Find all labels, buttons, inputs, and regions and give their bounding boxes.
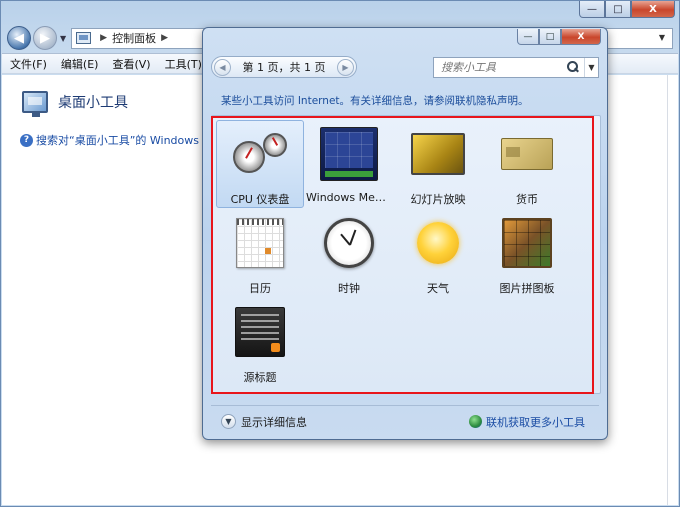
menu-edit[interactable]: 编辑(E) xyxy=(61,56,99,72)
menu-file[interactable]: 文件(F) xyxy=(10,56,47,72)
page-header: 桌面小工具 xyxy=(22,91,128,117)
help-link[interactable]: ? 搜索对“桌面小工具”的 Windows 帮 xyxy=(20,132,214,148)
breadcrumb-separator-icon[interactable]: ▶ xyxy=(100,33,107,43)
next-page-button[interactable]: ▶ xyxy=(337,58,354,76)
scrollbar-track[interactable] xyxy=(667,75,668,505)
gadget-label: 图片拼图板 xyxy=(499,282,555,295)
gadget-tile-currency[interactable]: 货币 xyxy=(483,120,571,208)
history-dropdown-icon[interactable]: ▼ xyxy=(60,34,66,43)
puzzle-icon xyxy=(498,216,556,270)
close-button[interactable]: X xyxy=(631,1,675,18)
gadget-label: 天气 xyxy=(427,282,449,295)
globe-icon xyxy=(469,415,482,428)
gallery-toolbar: ◀ 第 1 页，共 1 页 ▶ ▼ xyxy=(211,54,599,80)
gallery-footer: ▼ 显示详细信息 联机获取更多小工具 xyxy=(211,405,599,431)
show-details-label: 显示详细信息 xyxy=(241,415,307,429)
gadget-label: 源标题 xyxy=(243,371,277,384)
gadget-tile-clock[interactable]: 时钟 xyxy=(305,209,393,297)
address-dropdown-icon[interactable]: ▼ xyxy=(659,33,665,42)
menu-view[interactable]: 查看(V) xyxy=(112,56,150,72)
title-bar: — □ X xyxy=(1,1,679,23)
page-title: 桌面小工具 xyxy=(58,95,128,111)
maximize-button[interactable]: □ xyxy=(605,1,631,18)
gadget-label: 日历 xyxy=(249,282,271,295)
gadget-tile-weather[interactable]: 天气 xyxy=(394,209,482,297)
search-icon[interactable] xyxy=(566,60,580,74)
weather-icon xyxy=(409,216,467,270)
gadget-tile-media-center[interactable]: Windows Media Center xyxy=(305,120,393,208)
gallery-minimize-button[interactable]: — xyxy=(517,29,539,45)
gallery-close-button[interactable]: X xyxy=(561,29,601,45)
gadget-gallery-window: — □ X ◀ 第 1 页，共 1 页 ▶ ▼ 某些小工具访问 Internet… xyxy=(202,27,608,440)
breadcrumb-separator-icon[interactable]: ▶ xyxy=(161,33,168,43)
search-options-dropdown-icon[interactable]: ▼ xyxy=(584,57,598,77)
slideshow-icon xyxy=(409,127,467,181)
arrow-right-icon: ▶ xyxy=(40,30,50,46)
back-button[interactable]: ◀ xyxy=(7,26,31,50)
gadget-label: CPU 仪表盘 xyxy=(230,193,290,206)
gadget-tile-picture-puzzle[interactable]: 图片拼图板 xyxy=(483,209,571,297)
breadcrumb-control-panel[interactable]: 控制面板 xyxy=(112,30,156,46)
forward-button[interactable]: ▶ xyxy=(33,26,57,50)
gadget-label: 幻灯片放映 xyxy=(410,193,466,206)
gadget-label: 时钟 xyxy=(338,282,360,295)
gadget-grid: CPU 仪表盘 Windows Media Center 幻灯片放映 货币 xyxy=(216,120,596,389)
gadget-grid-area: CPU 仪表盘 Windows Media Center 幻灯片放映 货币 xyxy=(211,115,601,394)
gadget-tile-cpu-meter[interactable]: CPU 仪表盘 xyxy=(216,120,304,208)
page-navigator: ◀ 第 1 页，共 1 页 ▶ xyxy=(211,56,357,78)
privacy-notice-link[interactable]: 某些小工具访问 Internet。有关详细信息，请参阅联机隐私声明。 xyxy=(221,93,529,108)
clock-icon xyxy=(320,216,378,270)
menu-tools[interactable]: 工具(T) xyxy=(165,56,202,72)
control-panel-icon xyxy=(76,32,92,44)
gallery-maximize-button[interactable]: □ xyxy=(539,29,561,45)
chevron-down-icon: ▼ xyxy=(221,414,236,429)
gallery-window-controls: — □ X xyxy=(517,29,601,45)
window-controls: — □ X xyxy=(579,1,675,18)
show-details-button[interactable]: ▼ 显示详细信息 xyxy=(221,414,307,430)
media-center-icon xyxy=(320,127,378,181)
arrow-left-icon: ◀ xyxy=(14,30,24,46)
gadget-label: 货币 xyxy=(516,193,538,206)
gadget-tile-slideshow[interactable]: 幻灯片放映 xyxy=(394,120,482,208)
currency-icon xyxy=(498,127,556,181)
page-indicator: 第 1 页，共 1 页 xyxy=(242,61,326,74)
gadget-tile-calendar[interactable]: 日历 xyxy=(216,209,304,297)
gadget-search-box[interactable]: ▼ xyxy=(433,56,599,78)
get-more-gadgets-link[interactable]: 联机获取更多小工具 xyxy=(469,414,585,430)
gadget-label: Windows Media Center xyxy=(306,191,392,204)
previous-page-button[interactable]: ◀ xyxy=(214,58,231,76)
minimize-button[interactable]: — xyxy=(579,1,605,18)
desktop-gadgets-icon xyxy=(22,91,48,117)
gadget-search-input[interactable] xyxy=(439,59,566,75)
cpu-meter-icon xyxy=(231,127,289,181)
gadget-tile-feed-headlines[interactable]: 源标题 xyxy=(216,298,304,386)
help-link-text[interactable]: 搜索对“桌面小工具”的 Windows 帮 xyxy=(36,132,214,148)
feed-headlines-icon xyxy=(231,305,289,359)
help-icon: ? xyxy=(20,133,33,147)
get-more-gadgets-label[interactable]: 联机获取更多小工具 xyxy=(486,414,585,430)
calendar-icon xyxy=(231,216,289,270)
